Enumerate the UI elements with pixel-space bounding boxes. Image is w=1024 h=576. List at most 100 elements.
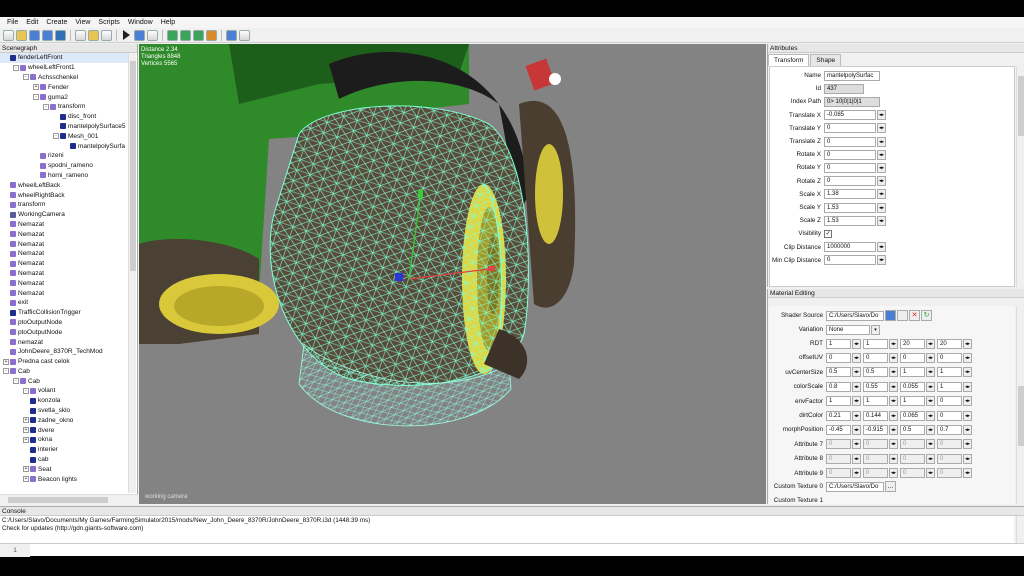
material-param-field[interactable]: 0.5 <box>900 424 925 435</box>
tree-node[interactable]: - guma2 <box>0 92 128 102</box>
material-param-field[interactable]: 1 <box>826 338 851 349</box>
attribute-field[interactable]: 0 <box>824 255 876 266</box>
tree-node[interactable]: + okna <box>0 435 128 445</box>
import-icon[interactable] <box>55 29 66 41</box>
expand-toggle-icon[interactable]: + <box>3 358 9 365</box>
spinner-icon[interactable]: ◂▸ <box>877 215 886 226</box>
material-param-field[interactable]: 1 <box>900 367 925 378</box>
tree-node[interactable]: TrafficCollisionTrigger <box>0 308 128 318</box>
spinner-icon[interactable]: ◂▸ <box>926 424 935 435</box>
material-param-field[interactable]: -0.45 <box>826 424 851 435</box>
tree-node[interactable]: Nemazat <box>0 278 128 288</box>
spinner-icon[interactable]: ◂▸ <box>852 410 861 421</box>
expand-toggle-icon[interactable]: + <box>23 436 29 443</box>
tree-node[interactable]: transform <box>0 200 128 210</box>
tree-node[interactable]: rizeni <box>0 151 128 161</box>
material-param-field[interactable]: 1 <box>863 338 888 349</box>
attribute-field[interactable]: 0 <box>824 176 876 187</box>
spinner-icon[interactable]: ◂▸ <box>889 381 898 392</box>
tree-node[interactable]: + Predna cast celok <box>0 357 128 367</box>
tree-node[interactable]: mantelpolySurfa <box>0 141 128 151</box>
tree-node[interactable]: Nemazat <box>0 220 128 230</box>
material-param-field[interactable]: 20 <box>900 338 925 349</box>
tree-node[interactable]: Nemazat <box>0 229 128 239</box>
spinner-icon[interactable]: ◂▸ <box>926 352 935 363</box>
tree-node[interactable]: JohnDeere_8370R_TechMod <box>0 347 128 357</box>
material-param-field[interactable]: 0 <box>937 410 962 421</box>
menu-help[interactable]: Help <box>157 19 179 26</box>
scenegraph-hscrollbar[interactable] <box>0 494 138 504</box>
spinner-icon[interactable]: ◂▸ <box>926 410 935 421</box>
tree-node[interactable]: - Achsschenkel <box>0 73 128 83</box>
expand-toggle-icon[interactable]: + <box>23 427 29 434</box>
spinner-icon[interactable]: ◂▸ <box>877 162 886 173</box>
material-param-field[interactable]: 1 <box>937 381 962 392</box>
material-param-field[interactable]: 0.065 <box>900 410 925 421</box>
spinner-icon[interactable]: ◂▸ <box>926 367 935 378</box>
delete-icon[interactable]: ✕ <box>909 310 920 321</box>
tree-node[interactable]: - Cab <box>0 376 128 386</box>
material-param-field[interactable]: 0 <box>937 352 962 363</box>
spinner-icon[interactable]: ◂▸ <box>852 367 861 378</box>
attribute-field[interactable]: 1000000 <box>824 242 876 253</box>
tree-node[interactable]: mantelpolySurface5 <box>0 122 128 132</box>
attribute-field[interactable]: 1.53 <box>824 215 876 226</box>
tree-node[interactable]: ptoOutputNode <box>0 318 128 328</box>
tree-node[interactable]: - Cab <box>0 367 128 377</box>
spinner-icon[interactable]: ◂▸ <box>963 338 972 349</box>
tree-node[interactable]: + zadne_okno <box>0 415 128 425</box>
tree-node[interactable]: horni_rameno <box>0 171 128 181</box>
spinner-icon[interactable]: ◂▸ <box>963 367 972 378</box>
export-icon[interactable] <box>75 29 86 41</box>
spinner-icon[interactable]: ◂▸ <box>889 338 898 349</box>
expand-toggle-icon[interactable]: - <box>23 387 29 394</box>
new-file-icon[interactable] <box>897 310 908 321</box>
tree-node[interactable]: + Fender <box>0 82 128 92</box>
tree-node[interactable]: Nemazat <box>0 259 128 269</box>
menu-view[interactable]: View <box>71 19 94 26</box>
expand-toggle-icon[interactable]: + <box>23 466 29 473</box>
tree-node[interactable]: Nemazat <box>0 249 128 259</box>
expand-toggle-icon[interactable]: + <box>23 417 29 424</box>
custom-texture-0-field[interactable]: C:/Users/Slavo/Do <box>826 481 884 492</box>
visibility-checkbox[interactable]: ✓ <box>824 229 832 238</box>
spinner-icon[interactable]: ◂▸ <box>852 381 861 392</box>
tractor-icon[interactable] <box>206 29 217 41</box>
attribute-field[interactable]: 0 <box>824 123 876 134</box>
attribute-field[interactable]: 0 <box>824 149 876 160</box>
material-param-field[interactable]: 0 <box>826 352 851 363</box>
spinner-icon[interactable]: ◂▸ <box>877 189 886 200</box>
tree-node[interactable]: fenderLeftFront <box>0 53 128 63</box>
tree-node[interactable]: wheelRightBack <box>0 190 128 200</box>
spinner-icon[interactable]: ◂▸ <box>877 202 886 213</box>
tab-shape[interactable]: Shape <box>810 54 842 66</box>
camera-icon[interactable] <box>239 29 250 41</box>
spinner-icon[interactable]: ◂▸ <box>877 123 886 134</box>
spinner-icon[interactable]: ◂▸ <box>877 255 886 266</box>
tree-node[interactable]: - wheelLeftFront1 <box>0 63 128 73</box>
tree-node[interactable]: cab <box>0 455 128 465</box>
spinner-icon[interactable]: ◂▸ <box>889 367 898 378</box>
tree-node[interactable]: disc_front <box>0 112 128 122</box>
expand-toggle-icon[interactable]: - <box>13 64 19 71</box>
3d-viewport[interactable]: Distance 2.34 Triangles 8848 Vertices 55… <box>139 44 766 504</box>
expand-toggle-icon[interactable]: - <box>53 133 59 140</box>
browse-button[interactable]: ... <box>885 481 896 492</box>
tree-node[interactable]: - volant <box>0 386 128 396</box>
tree-node[interactable]: + Beacon lights <box>0 474 128 484</box>
tree-node[interactable]: Nemazat <box>0 269 128 279</box>
material-param-field[interactable]: 0 <box>900 352 925 363</box>
material-param-field[interactable]: 0.144 <box>863 410 888 421</box>
menu-window[interactable]: Window <box>124 19 157 26</box>
tree-node[interactable]: + dvere <box>0 425 128 435</box>
material-param-field[interactable]: 0.5 <box>826 367 851 378</box>
attribute-field[interactable]: -0.085 <box>824 110 876 121</box>
material-param-field[interactable]: 0.055 <box>900 381 925 392</box>
foliage-icon[interactable] <box>193 29 204 41</box>
undo-icon[interactable] <box>88 29 99 41</box>
material-scrollbar[interactable] <box>1016 306 1024 504</box>
attribute-field[interactable]: mantelpolySurfac <box>824 70 880 81</box>
shader-source-field[interactable]: C:/Users/Slavo/Do <box>826 310 884 321</box>
spinner-icon[interactable]: ◂▸ <box>963 424 972 435</box>
attribute-field[interactable]: 1.38 <box>824 189 876 200</box>
